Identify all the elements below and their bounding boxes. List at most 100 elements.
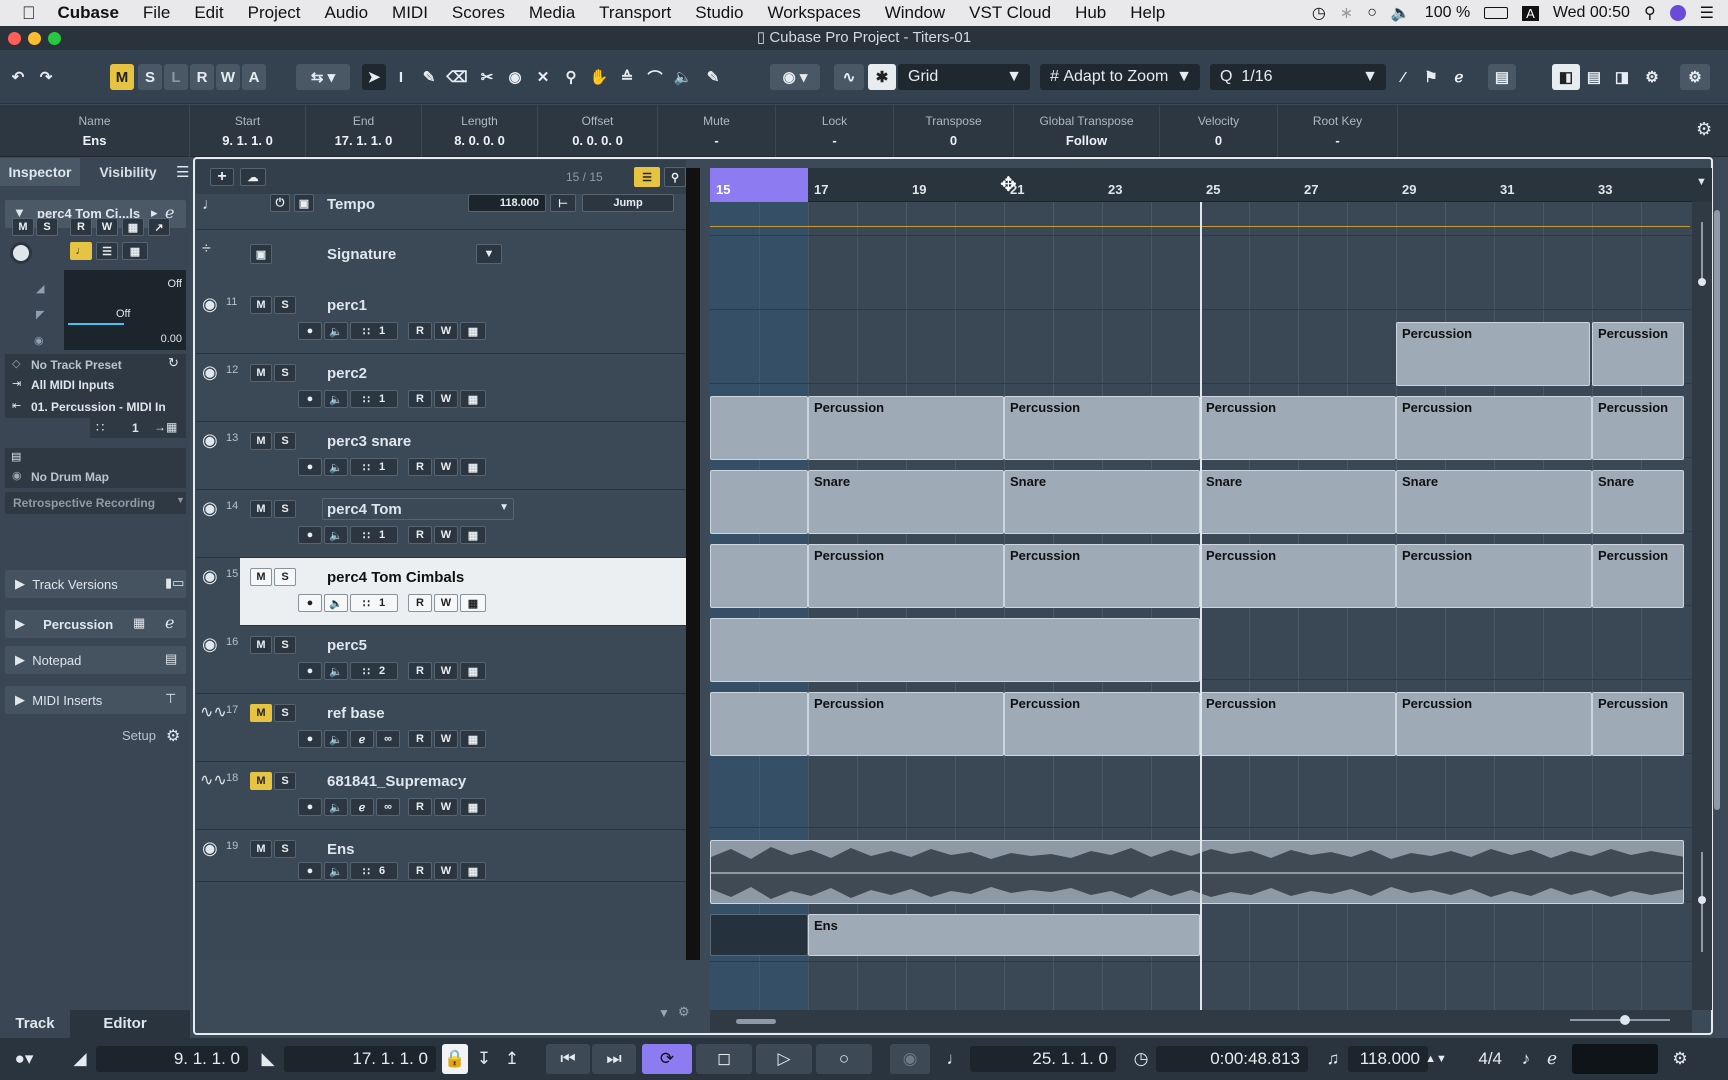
zoom-tool-icon[interactable]: ⚲ [560, 64, 582, 90]
midi-part[interactable] [710, 914, 808, 956]
signature-field[interactable]: 4/4 [1450, 1046, 1510, 1072]
section-track-versions[interactable]: ▶ Track Versions ▮▭ [5, 570, 186, 598]
solo-button[interactable]: S [274, 840, 296, 858]
read-button[interactable]: R [408, 662, 432, 680]
track-ens[interactable]: ◉ 19 M S Ens ● 🔈 ∷ 6 R W ▦ [196, 830, 686, 882]
audio-event[interactable] [710, 840, 1684, 904]
track-name[interactable]: perc2 [327, 365, 367, 382]
inspector-read-button[interactable]: R [70, 218, 92, 236]
solo-button[interactable]: S [274, 364, 296, 382]
primary-time-format-icon[interactable]: ♩ [944, 1044, 966, 1074]
mute-button[interactable]: M [250, 840, 272, 858]
battery-icon[interactable] [1484, 7, 1509, 19]
record-enable-icon[interactable]: ● [298, 526, 322, 544]
cloud-icon[interactable]: ℯ [1448, 64, 1470, 90]
track-perc1[interactable]: ◉ 11 M S perc1 ● 🔈 ∷ 1 R W ▦ [196, 286, 686, 354]
spotlight-icon[interactable]: ⚲ [1644, 3, 1656, 23]
record-enable-icon[interactable]: ● [298, 390, 322, 408]
menu-vst-cloud[interactable]: VST Cloud [957, 3, 1063, 23]
track-name[interactable]: perc3 snare [327, 433, 411, 450]
write-button[interactable]: W [434, 526, 458, 544]
setup-window-icon[interactable]: ⚙ [1640, 64, 1664, 90]
ruler-menu-icon[interactable]: ▼ [1692, 168, 1712, 202]
tempo-mode-button[interactable]: Jump [582, 194, 674, 212]
tempo-activate-icon[interactable]: ⏻ [270, 194, 290, 212]
lower-zone-icon[interactable]: ▤ [1582, 64, 1606, 90]
info-start[interactable]: Start 9. 1. 1. 0 [190, 105, 306, 157]
write-button[interactable]: W [434, 662, 458, 680]
menu-window[interactable]: Window [873, 3, 957, 23]
time-machine-icon[interactable]: ◷ [1312, 3, 1326, 23]
midi-channel-field[interactable]: ∷ 6 [350, 862, 398, 880]
playback-cursor[interactable] [1200, 202, 1202, 1010]
link-icon[interactable]: ∞ [376, 730, 400, 748]
right-locator-icon[interactable]: ◣ [256, 1044, 280, 1074]
track-list-splitter[interactable] [686, 168, 700, 960]
mute-button[interactable]: M [250, 704, 272, 722]
stop-button[interactable]: ◻ [696, 1044, 752, 1074]
track-name[interactable]: ref base [327, 705, 385, 722]
zoom-handle[interactable] [1620, 1015, 1630, 1025]
inspector-solo-button[interactable]: S [36, 218, 58, 236]
section-percussion[interactable]: ▶ Percussion ▦ ℯ [5, 610, 186, 638]
metronome-icon[interactable]: ♪ [1514, 1044, 1538, 1074]
lock-icon[interactable]: 🔒 [442, 1044, 468, 1074]
iterative-quantize-icon[interactable]: ⁄ [1392, 64, 1414, 90]
drum-map-header[interactable]: ▤ [5, 448, 186, 466]
menu-app-name[interactable]: Cubase [50, 3, 131, 23]
menu-transport[interactable]: Transport [587, 3, 683, 23]
erase-tool-icon[interactable]: ⌫ [446, 64, 468, 90]
edit-channel-icon[interactable]: ℯ [350, 798, 374, 816]
midi-part[interactable]: Percussion [1200, 544, 1396, 608]
infoline-settings-icon[interactable]: ⚙ [1696, 119, 1712, 140]
solo-button[interactable]: S [274, 772, 296, 790]
info-velocity[interactable]: Velocity 0 [1160, 105, 1278, 157]
mute-button[interactable]: M [250, 296, 272, 314]
track-name[interactable]: perc1 [327, 297, 367, 314]
menu-project[interactable]: Project [236, 3, 313, 23]
info-mute[interactable]: Mute - [658, 105, 776, 157]
line-tool-icon[interactable]: ⌒ [644, 64, 666, 90]
go-to-previous-icon[interactable]: ⏮ [546, 1044, 590, 1074]
monitor-icon[interactable]: 🔈 [324, 526, 348, 544]
ruler[interactable]: 15 17 19 21 23 25 27 29 31 33 ✥ [710, 168, 1692, 202]
tempo-stepper-icon[interactable]: ▲▼ [1425, 1044, 1447, 1074]
midi-part[interactable] [710, 692, 808, 756]
quantize-preset-icon[interactable]: ⚑ [1420, 64, 1442, 90]
solo-button[interactable]: S [274, 636, 296, 654]
vertical-zoom-bar[interactable] [1692, 202, 1712, 1010]
snap-type-select[interactable]: Grid ▼ [898, 64, 1030, 90]
record-enable-icon[interactable]: ● [298, 322, 322, 340]
monitor-icon[interactable]: 🔈 [324, 798, 348, 816]
clock[interactable]: Wed 00:50 [1553, 4, 1630, 22]
track-name[interactable]: Ens [327, 841, 355, 858]
midi-part[interactable]: Percussion [1396, 692, 1592, 756]
vertical-scrollbar[interactable] [1714, 210, 1720, 810]
keyboard-icon[interactable]: ▦ [460, 322, 486, 340]
read-button[interactable]: R [408, 862, 432, 880]
track-name[interactable]: perc4 Tom Cimbals [327, 569, 464, 586]
snap-type-icon[interactable]: ✱ [868, 64, 896, 90]
left-locator-icon[interactable]: ◢ [68, 1044, 92, 1074]
lock-icon[interactable]: ▣ [250, 244, 272, 264]
write-button[interactable]: W [434, 390, 458, 408]
read-button[interactable]: R [408, 594, 432, 612]
zoom-window-button[interactable] [48, 32, 61, 45]
write-all-button[interactable]: W [216, 64, 240, 90]
control-center-icon[interactable]: ☰ [1700, 3, 1714, 23]
solo-button[interactable]: S [274, 704, 296, 722]
toolbar-settings-icon[interactable]: ⚙ [1680, 64, 1710, 90]
tab-visibility[interactable]: Visibility [86, 158, 170, 186]
track-name[interactable]: perc5 [327, 637, 367, 654]
hand-tool-icon[interactable]: ✋ [588, 64, 610, 90]
midi-part-ens[interactable]: Ens [808, 914, 1200, 956]
chevron-down-icon[interactable]: ▼ [658, 1006, 670, 1020]
tab-editor[interactable]: Editor [80, 1010, 170, 1038]
midi-part[interactable]: Snare [808, 470, 1004, 534]
grid-mode-select[interactable]: # Adapt to Zoom ▼ [1040, 64, 1200, 90]
cycle-button[interactable]: ⟳ [642, 1044, 692, 1074]
info-name[interactable]: Name Ens [0, 105, 190, 157]
wifi-icon[interactable]: ○ [1367, 4, 1377, 22]
track-perc5[interactable]: ◉ 16 M S perc5 ● 🔈 ∷ 2 R W ▦ [196, 626, 686, 694]
track-perc4-tom[interactable]: ◉ 14 M S perc4 Tom ▼ ● 🔈 ∷ 1 R W ▦ [196, 490, 686, 558]
